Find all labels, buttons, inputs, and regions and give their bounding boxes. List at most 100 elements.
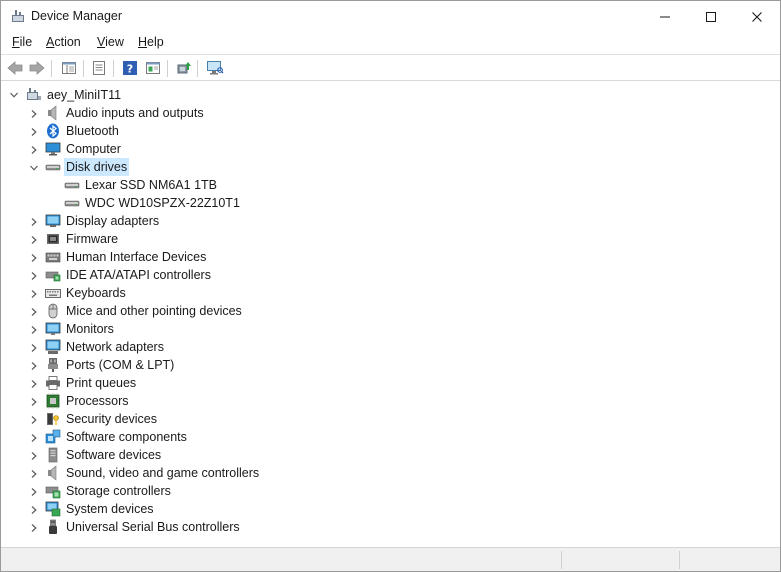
chevron-right-icon[interactable] [29,486,39,496]
keyboard-icon [45,285,61,301]
close-icon [752,11,762,22]
properties-icon [93,61,105,75]
port-icon [45,357,61,373]
tree-category-label: Storage controllers [66,484,171,498]
disk-drive-icon [64,195,80,211]
menu-action[interactable]: Action [46,35,81,49]
computer-root-icon [26,87,42,103]
status-pane-divider [561,551,562,569]
tree-category-label: Monitors [66,322,114,336]
tree-category-label: Mice and other pointing devices [66,304,242,318]
hid-icon [45,249,61,265]
chevron-down-icon[interactable] [29,162,39,172]
forward-icon [29,61,45,75]
forward-button[interactable] [27,58,47,78]
chevron-right-icon[interactable] [29,342,39,352]
toolbar-separator [197,60,198,77]
tree-category-label: Software components [66,430,187,444]
usb-icon [45,519,61,535]
display-adapter-icon [45,213,61,229]
tree-category-label: IDE ATA/ATAPI controllers [66,268,211,282]
device-manager-window: Device Manager File Action View Help ? a… [0,0,781,572]
chevron-right-icon[interactable] [29,234,39,244]
view-button[interactable] [143,58,163,78]
system-device-icon [45,501,61,517]
window-title: Device Manager [31,9,123,23]
tree-category-label: Processors [66,394,129,408]
printer-icon [45,375,61,391]
tree-category-label: Keyboards [66,286,126,300]
chevron-right-icon[interactable] [29,522,39,532]
chevron-right-icon[interactable] [29,324,39,334]
speaker-icon [45,105,61,121]
svg-text:?: ? [127,63,133,76]
menu-file[interactable]: File [12,35,32,49]
tree-root-label: aey_MiniIT11 [47,88,122,102]
tree-category-label: Firmware [66,232,119,246]
chevron-down-icon[interactable] [9,90,19,100]
maximize-button[interactable] [688,1,734,32]
chevron-right-icon[interactable] [29,414,39,424]
chevron-right-icon[interactable] [29,396,39,406]
status-pane-divider [679,551,680,569]
tree-category-label: Sound, video and game controllers [66,466,260,480]
menu-view[interactable]: View [97,35,124,49]
chevron-right-icon[interactable] [29,126,39,136]
tree-category-label: System devices [66,502,154,516]
show-hide-console-tree-button[interactable] [59,58,79,78]
software-device-icon [45,447,61,463]
chevron-right-icon[interactable] [29,306,39,316]
software-component-icon [45,429,61,445]
update-driver-button[interactable] [174,58,194,78]
monitor-icon [45,321,61,337]
chevron-right-icon[interactable] [29,144,39,154]
help-button[interactable]: ? [120,58,140,78]
tree-category-label: Human Interface Devices [66,250,207,264]
chevron-right-icon[interactable] [29,360,39,370]
close-button[interactable] [734,1,780,32]
security-device-icon [45,411,61,427]
tree-category-label: Software devices [66,448,162,462]
menu-bar: File Action View Help [1,32,780,54]
tree-device-label: Lexar SSD NM6A1 1TB [85,178,217,192]
title-bar[interactable]: Device Manager [1,1,780,32]
back-button[interactable] [5,58,25,78]
show-hide-console-tree-icon [62,62,76,74]
tree-category-label: Security devices [66,412,158,426]
chevron-right-icon[interactable] [29,288,39,298]
chevron-right-icon[interactable] [29,252,39,262]
chevron-right-icon[interactable] [29,378,39,388]
chevron-right-icon[interactable] [29,216,39,226]
chevron-right-icon[interactable] [29,108,39,118]
scan-hardware-icon [207,61,224,75]
tree-category-label: Ports (COM & LPT) [66,358,175,372]
tree-category-label: Display adapters [66,214,160,228]
tree-device-label: WDC WD10SPZX-22Z10T1 [85,196,240,210]
scan-hardware-button[interactable] [205,58,225,78]
tree-category-label: Audio inputs and outputs [66,106,204,120]
chevron-right-icon[interactable] [29,450,39,460]
sound-controller-icon [45,465,61,481]
device-tree[interactable]: aey_MiniIT11 Audio inputs and outputs Blu… [1,82,780,546]
firmware-icon [45,231,61,247]
tree-category-label: Disk drives [64,158,130,176]
processor-icon [45,393,61,409]
view-icon [146,62,160,74]
maximize-icon [706,11,716,22]
update-driver-icon [177,62,191,74]
storage-controller-icon [45,483,61,499]
minimize-button[interactable] [642,1,688,32]
chevron-right-icon[interactable] [29,432,39,442]
chevron-right-icon[interactable] [29,468,39,478]
ide-controller-icon [45,267,61,283]
mouse-icon [45,303,61,319]
menu-help[interactable]: Help [138,35,164,49]
tree-category-label: Network adapters [66,340,164,354]
help-icon: ? [123,61,137,76]
chevron-right-icon[interactable] [29,504,39,514]
chevron-right-icon[interactable] [29,270,39,280]
status-bar [1,547,780,571]
toolbar-separator [51,60,52,77]
properties-button[interactable] [89,58,109,78]
tree-category-label: Print queues [66,376,137,390]
